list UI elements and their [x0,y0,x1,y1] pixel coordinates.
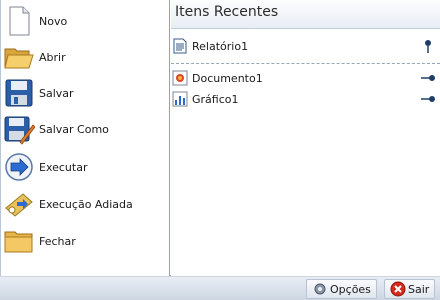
commands-pane: Novo Abrir Salvar Salvar Como Executar E… [0,0,170,276]
options-gear-icon [314,283,326,295]
menu-footer: Opções Sair [0,277,440,300]
save-as-button[interactable]: Salvar Como [3,112,169,146]
report-document-icon [173,38,187,54]
recent-item-name: Relatório1 [192,39,249,53]
run-button[interactable]: Executar [3,150,169,184]
options-label: Opções [330,282,371,296]
recent-item-chart1[interactable]: Gráfico1 [171,90,440,108]
recent-items-separator [171,63,440,64]
recent-item-name: Documento1 [192,71,263,85]
recent-item-document1[interactable]: Documento1 [171,69,440,87]
close-folder-icon [4,231,33,253]
open-button[interactable]: Abrir [3,40,169,74]
close-button[interactable]: Fechar [3,224,169,258]
recent-item-name: Gráfico1 [192,92,239,106]
open-label: Abrir [39,50,66,64]
unpinned-icon[interactable] [420,91,436,107]
new-document-icon [9,6,30,36]
chart-document-icon [172,91,188,107]
save-as-icon [4,116,35,145]
unpinned-icon[interactable] [420,70,436,86]
close-label: Fechar [39,234,76,248]
recent-items-pane: Itens Recentes Relatório1 Documento1 Grá… [171,0,440,276]
save-floppy-icon [5,79,33,107]
save-as-label: Salvar Como [39,122,109,136]
new-label: Novo [39,14,68,28]
recent-items-title: Itens Recentes [171,0,440,29]
open-folder-icon [4,48,34,69]
pinned-icon[interactable] [420,38,436,54]
options-button[interactable]: Opções [306,279,377,299]
deferred-run-label: Execução Adiada [39,197,133,211]
exit-button[interactable]: Sair [384,279,436,299]
exit-icon [390,281,406,297]
recent-item-report1[interactable]: Relatório1 [171,37,440,55]
application-menu: Novo Abrir Salvar Salvar Como Executar E… [0,0,440,276]
new-button[interactable]: Novo [3,4,169,38]
deferred-run-button[interactable]: Execução Adiada [3,187,169,221]
run-arrow-icon [5,153,33,181]
run-label: Executar [39,160,88,174]
save-button[interactable]: Salvar [3,76,169,110]
save-label: Salvar [39,86,74,100]
exit-label: Sair [408,282,430,296]
deferred-run-icon [5,193,33,217]
document-icon [172,70,188,86]
